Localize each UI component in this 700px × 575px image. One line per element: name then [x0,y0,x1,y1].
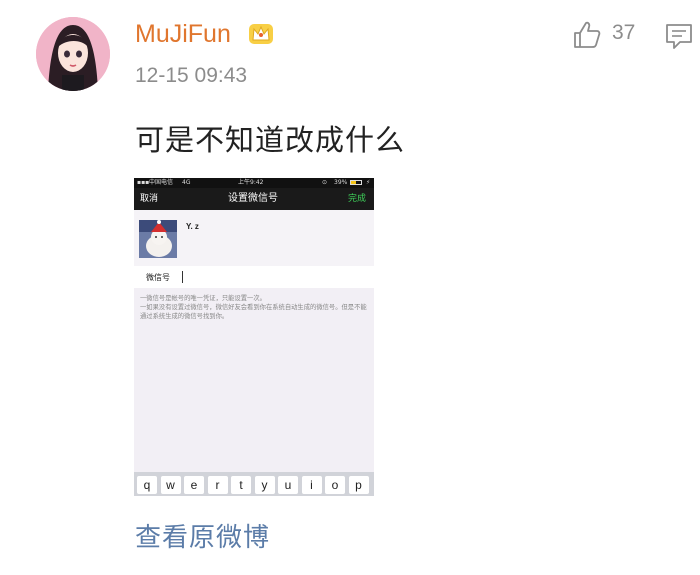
avatar[interactable] [36,17,110,91]
alarm-icon: ⊙ [322,179,328,186]
key-r[interactable]: r [207,476,228,494]
attached-screenshot[interactable]: ▪▪▪ 中国电信 4G 上午9:42 ⊙ 39% ⚡ 取消 设置微信号 完成 Y… [134,178,374,496]
key-t[interactable]: t [231,476,251,494]
like-count: 37 [612,21,636,44]
carrier-label: 中国电信 [149,179,174,186]
key-q[interactable]: q [137,476,157,494]
cancel-button[interactable]: 取消 [140,188,158,210]
profile-photo [139,220,177,258]
signal-icon: ▪▪▪ [137,179,150,186]
profile-card: Y. z [134,210,374,266]
battery-level: 39% [334,179,348,186]
crown-icon [247,20,275,48]
hint-text: 一微信号是帐号的唯一凭证，只能设置一次。 一如果没有设置过微信号，微信好友会看到… [140,295,367,320]
wechat-id-field[interactable]: 微信号 [134,266,374,288]
key-w[interactable]: w [160,476,181,494]
status-time: 上午9:42 [238,179,264,186]
key-e[interactable]: e [184,476,204,494]
post-text: 可是不知道改成什么 [135,123,406,157]
profile-name: Y. z [186,222,199,231]
key-o[interactable]: o [325,476,345,494]
view-original-link[interactable]: 查看原微博 [135,517,270,554]
charging-icon: ⚡ [366,179,371,186]
phone-nav-bar: 取消 设置微信号 完成 [134,188,374,210]
nav-title: 设置微信号 [228,193,278,204]
text-cursor [182,271,183,283]
key-p[interactable]: p [348,476,369,494]
username-link[interactable]: MuJiFun [135,20,231,49]
wechat-id-label: 微信号 [146,273,170,282]
battery-icon [350,180,362,185]
phone-status-bar: ▪▪▪ 中国电信 4G 上午9:42 ⊙ 39% ⚡ [134,178,374,188]
key-y[interactable]: y [254,476,275,494]
thumbs-up-icon[interactable] [572,20,602,50]
network-label: 4G [182,179,191,186]
comment-icon[interactable] [665,22,693,50]
post-timestamp: 12-15 09:43 [135,64,248,87]
key-u[interactable]: u [278,476,298,494]
done-button[interactable]: 完成 [348,188,366,210]
keyboard[interactable]: q w e r t y u i o p [134,472,374,496]
key-i[interactable]: i [301,476,322,494]
